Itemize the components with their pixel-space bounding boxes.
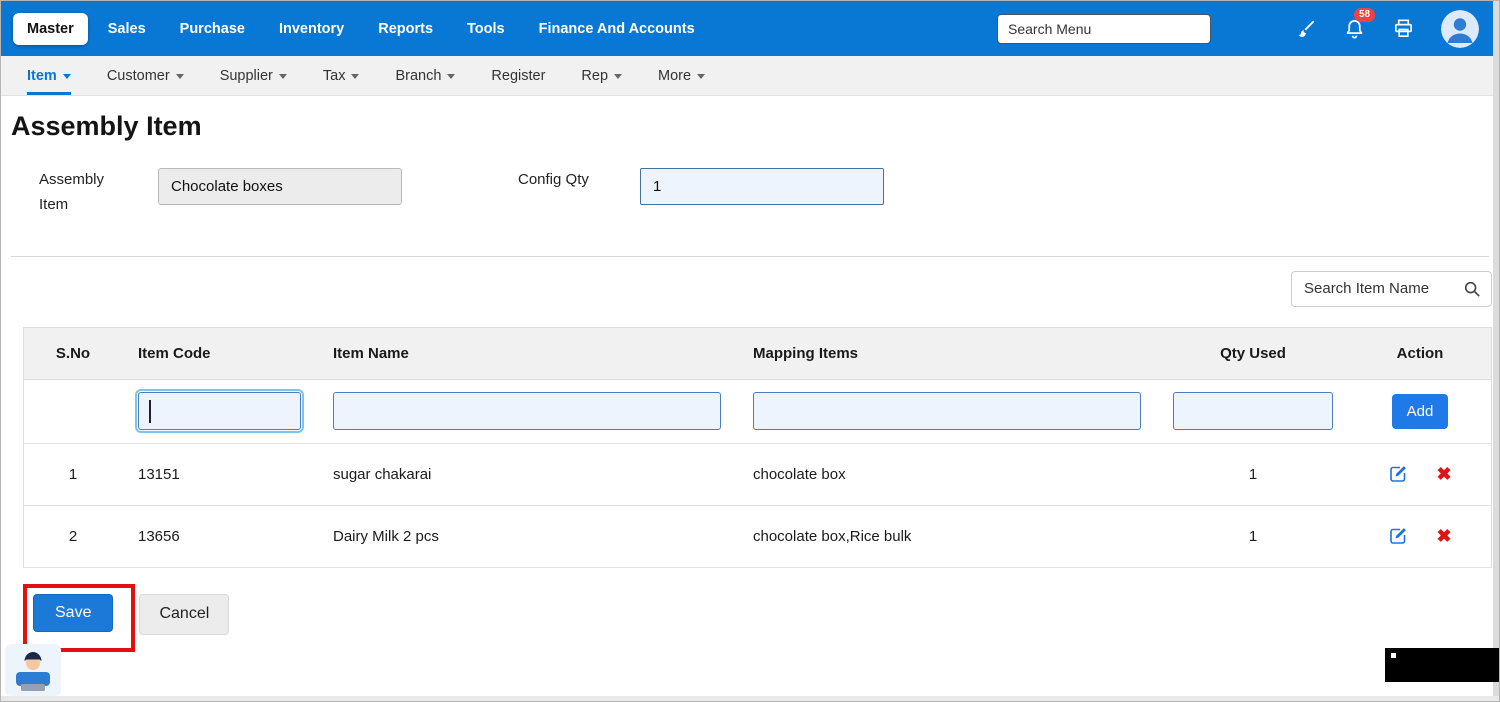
header-action: Action: [1349, 345, 1491, 362]
save-button[interactable]: Save: [33, 594, 113, 632]
chevron-down-icon: [614, 74, 622, 79]
subnav-tax[interactable]: Tax: [323, 56, 360, 95]
subnav-item-label: Item: [27, 68, 57, 84]
assembly-form: Assembly Item Config Qty: [39, 168, 1499, 218]
assembly-item-input[interactable]: [158, 168, 402, 205]
edit-icon[interactable]: [1388, 464, 1408, 484]
bell-icon[interactable]: 58: [1343, 17, 1366, 40]
header-sno: S.No: [24, 345, 122, 362]
table-header-row: S.No Item Code Item Name Mapping Items Q…: [24, 328, 1491, 380]
top-navigation-bar: Master Sales Purchase Inventory Reports …: [1, 1, 1499, 56]
notification-badge: 58: [1354, 8, 1375, 22]
subnav-customer[interactable]: Customer: [107, 56, 184, 95]
delete-icon[interactable]: ✖: [1436, 527, 1451, 545]
subnav-rep-label: Rep: [581, 68, 608, 84]
nav-purchase[interactable]: Purchase: [166, 13, 259, 45]
nav-inventory[interactable]: Inventory: [265, 13, 358, 45]
footer-actions: Save Cancel: [23, 584, 1499, 652]
header-item-name: Item Name: [317, 345, 737, 362]
entry-action-cell: Add: [1349, 394, 1491, 429]
header-qty-used: Qty Used: [1157, 345, 1349, 362]
entry-qty-used-input[interactable]: [1173, 392, 1333, 430]
assembly-item-label: Assembly Item: [39, 168, 113, 218]
row-action-cell: ✖: [1349, 464, 1491, 484]
row-mapping-items: chocolate box,Rice bulk: [737, 528, 1157, 545]
subnav-register[interactable]: Register: [491, 56, 545, 95]
row-action-cell: ✖: [1349, 526, 1491, 546]
subnav-tax-label: Tax: [323, 68, 346, 84]
printer-icon[interactable]: [1392, 17, 1415, 40]
subnav-branch[interactable]: Branch: [395, 56, 455, 95]
scrollbar-track[interactable]: [1493, 1, 1499, 701]
subnav-more-label: More: [658, 68, 691, 84]
entry-mapping-items-input[interactable]: [753, 392, 1141, 430]
app-window: Master Sales Purchase Inventory Reports …: [0, 0, 1500, 702]
header-item-code: Item Code: [122, 345, 317, 362]
bottom-edge: [1, 696, 1499, 701]
chevron-down-icon: [176, 74, 184, 79]
topbar-icons: 58: [1295, 10, 1487, 48]
delete-icon[interactable]: ✖: [1436, 465, 1451, 483]
chevron-down-icon: [447, 74, 455, 79]
table-row: 2 13656 Dairy Milk 2 pcs chocolate box,R…: [24, 506, 1491, 568]
row-sno: 2: [24, 528, 122, 545]
entry-mapping-items-wrap: [737, 392, 1157, 430]
item-search-row: [1, 271, 1492, 307]
chevron-down-icon: [63, 74, 71, 79]
nav-reports[interactable]: Reports: [364, 13, 447, 45]
table-row: 1 13151 sugar chakarai chocolate box 1 ✖: [24, 444, 1491, 506]
menu-search-input[interactable]: [997, 14, 1211, 44]
subnav-branch-label: Branch: [395, 68, 441, 84]
brush-icon[interactable]: [1295, 18, 1317, 40]
row-qty-used: 1: [1157, 528, 1349, 545]
row-item-code: 13151: [122, 466, 317, 483]
edit-icon[interactable]: [1388, 526, 1408, 546]
row-item-name: Dairy Milk 2 pcs: [317, 528, 737, 545]
subnav-supplier-label: Supplier: [220, 68, 273, 84]
row-qty-used: 1: [1157, 466, 1349, 483]
subnav-more[interactable]: More: [658, 56, 705, 95]
chevron-down-icon: [697, 74, 705, 79]
entry-qty-used-wrap: [1157, 392, 1349, 430]
text-caret: [149, 400, 151, 423]
red-annotation-box: Save: [23, 584, 135, 652]
nav-master[interactable]: Master: [13, 13, 88, 45]
header-mapping-items: Mapping Items: [737, 345, 1157, 362]
menu-search: [997, 14, 1211, 44]
subnav-supplier[interactable]: Supplier: [220, 56, 287, 95]
row-item-name: sugar chakarai: [317, 466, 737, 483]
assembly-items-table: S.No Item Code Item Name Mapping Items Q…: [23, 327, 1492, 568]
section-divider: [11, 256, 1489, 257]
chevron-down-icon: [351, 74, 359, 79]
entry-item-code-input[interactable]: [138, 392, 301, 430]
master-sub-navigation: Item Customer Supplier Tax Branch Regist…: [1, 56, 1499, 96]
nav-finance-and-accounts[interactable]: Finance And Accounts: [525, 13, 709, 45]
config-qty-label: Config Qty: [518, 168, 600, 193]
config-qty-input[interactable]: [640, 168, 884, 205]
cancel-button[interactable]: Cancel: [139, 594, 229, 635]
entry-item-name-wrap: [317, 392, 737, 430]
add-button[interactable]: Add: [1392, 394, 1449, 429]
row-mapping-items: chocolate box: [737, 466, 1157, 483]
entry-item-code-wrap: [122, 392, 317, 430]
minimized-widget[interactable]: [1385, 648, 1499, 682]
row-sno: 1: [24, 466, 122, 483]
user-avatar[interactable]: [1441, 10, 1479, 48]
subnav-customer-label: Customer: [107, 68, 170, 84]
entry-item-name-input[interactable]: [333, 392, 721, 430]
search-icon[interactable]: [1463, 280, 1481, 298]
nav-tools[interactable]: Tools: [453, 13, 519, 45]
support-chat-widget[interactable]: [5, 644, 61, 696]
nav-sales[interactable]: Sales: [94, 13, 160, 45]
row-item-code: 13656: [122, 528, 317, 545]
item-search-input[interactable]: [1302, 279, 1463, 298]
subnav-register-label: Register: [491, 68, 545, 84]
subnav-rep[interactable]: Rep: [581, 56, 622, 95]
item-search-box: [1291, 271, 1492, 307]
table-entry-row: Add: [24, 380, 1491, 444]
page-title: Assembly Item: [11, 111, 1499, 142]
widget-dot: [1391, 653, 1396, 658]
subnav-item[interactable]: Item: [27, 56, 71, 95]
chevron-down-icon: [279, 74, 287, 79]
